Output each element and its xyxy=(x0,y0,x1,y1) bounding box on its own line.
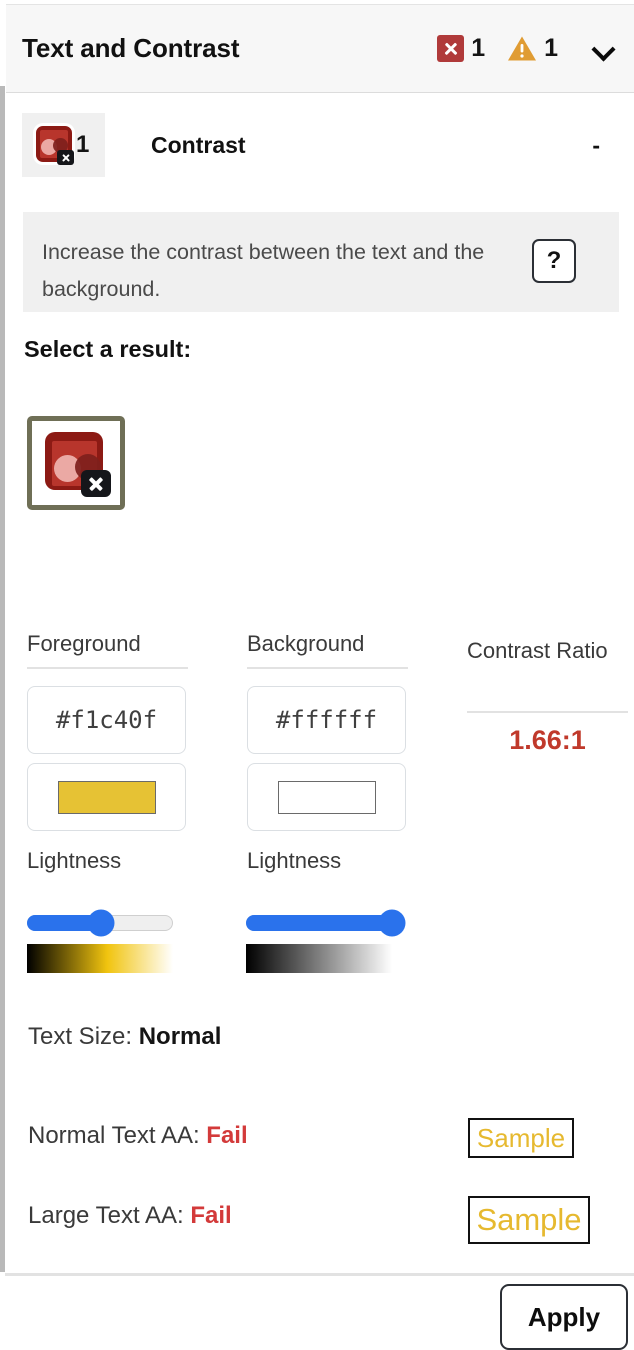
description-bar: Increase the contrast between the text a… xyxy=(23,212,619,312)
result-value: - xyxy=(592,131,600,158)
result-label: Contrast xyxy=(151,131,246,158)
error-x-icon xyxy=(437,35,465,62)
foreground-lightness-label: Lightness xyxy=(27,848,122,873)
issue-counts: 1 1 xyxy=(437,34,558,63)
panel-content: 1 Contrast - Increase the contrast betwe… xyxy=(6,93,634,1350)
error-count: 1 xyxy=(471,34,486,62)
x-badge-icon xyxy=(57,150,74,165)
text-size-value: Normal xyxy=(138,1023,222,1050)
background-heading: Background xyxy=(247,631,408,669)
description-text: Increase the contrast between the text a… xyxy=(42,240,485,301)
page-title: Text and Contrast xyxy=(22,33,240,63)
warning-count-group[interactable]: 1 xyxy=(507,34,558,63)
normal-text-aa-row: Normal Text AA: Fail xyxy=(28,1122,248,1150)
background-color-swatch[interactable] xyxy=(247,763,406,831)
normal-text-aa-status: Fail xyxy=(206,1122,248,1149)
select-a-result-heading: Select a result: xyxy=(24,336,192,362)
text-size-label: Text Size: xyxy=(28,1023,133,1050)
background-gradient-bar xyxy=(246,944,392,973)
panel-left-rail xyxy=(0,86,5,1272)
large-text-aa-status: Fail xyxy=(190,1202,232,1229)
contrast-fail-icon xyxy=(34,123,74,167)
result-summary-row[interactable]: 1 Contrast - xyxy=(22,113,602,177)
foreground-gradient-bar xyxy=(27,944,173,973)
normal-text-sample: Sample xyxy=(468,1118,574,1158)
background-lightness-slider[interactable] xyxy=(246,909,406,937)
x-badge-icon xyxy=(81,470,111,497)
contrast-ratio-heading: Contrast Ratio xyxy=(467,631,628,713)
slider-fill xyxy=(246,915,392,931)
text-size-row: Text Size: Normal xyxy=(28,1023,221,1051)
foreground-lightness-slider[interactable] xyxy=(27,909,173,937)
foreground-color-swatch[interactable] xyxy=(27,763,186,831)
help-button[interactable]: ? xyxy=(532,239,576,283)
normal-text-aa-label: Normal Text AA: xyxy=(28,1122,200,1149)
slider-thumb[interactable] xyxy=(378,909,406,937)
error-count-group[interactable]: 1 xyxy=(437,34,485,63)
large-text-aa-label: Large Text AA: xyxy=(28,1202,184,1229)
result-icon-badge: 1 xyxy=(22,113,105,177)
result-count: 1 xyxy=(76,131,90,158)
chevron-down-icon[interactable] xyxy=(592,37,616,61)
large-text-sample: Sample xyxy=(468,1196,590,1244)
panel-header: Text and Contrast 1 1 xyxy=(6,4,634,93)
warning-triangle-icon xyxy=(507,35,537,62)
panel-bottom-divider xyxy=(5,1273,634,1276)
background-swatch-rect xyxy=(277,780,376,814)
background-lightness-label: Lightness xyxy=(247,848,342,873)
background-hex-input[interactable]: #ffffff xyxy=(247,686,406,754)
slider-thumb[interactable] xyxy=(87,909,115,937)
large-text-aa-row: Large Text AA: Fail xyxy=(28,1202,232,1230)
foreground-swatch-rect xyxy=(57,780,156,814)
contrast-ratio-value: 1.66:1 xyxy=(509,725,586,755)
text-and-contrast-panel: Text and Contrast 1 1 1 Contrast - Incre… xyxy=(0,0,634,1350)
foreground-hex-input[interactable]: #f1c40f xyxy=(27,686,186,754)
contrast-fail-icon xyxy=(45,432,113,500)
foreground-heading: Foreground xyxy=(27,631,188,669)
apply-button[interactable]: Apply xyxy=(500,1284,628,1350)
warning-count: 1 xyxy=(544,34,558,62)
result-swatch-selected[interactable] xyxy=(27,416,125,510)
